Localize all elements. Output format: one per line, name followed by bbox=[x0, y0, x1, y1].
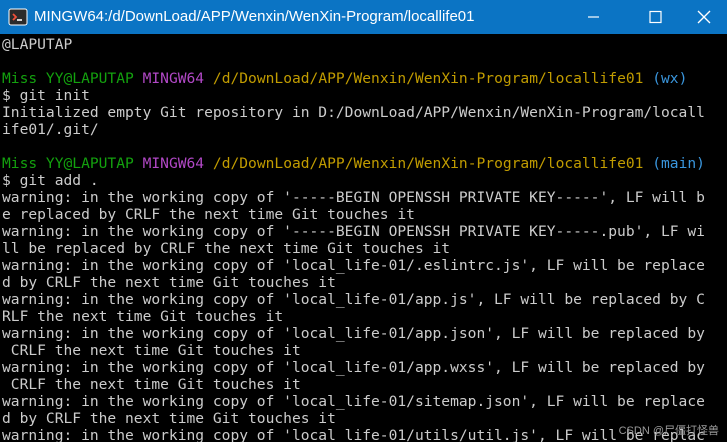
prompt-user: Miss YY@LAPUTAP bbox=[2, 70, 134, 87]
output-line: e replaced by CRLF the next time Git tou… bbox=[2, 206, 415, 223]
prompt-user: Miss YY@LAPUTAP bbox=[2, 155, 134, 172]
prompt-path: /d/DownLoad/APP/Wenxin/WenXin-Program/lo… bbox=[212, 70, 644, 87]
output-line: warning: in the working copy of '-----BE… bbox=[2, 189, 705, 206]
minimize-button[interactable] bbox=[575, 0, 621, 34]
output-line: CRLF the next time Git touches it bbox=[2, 342, 301, 359]
prompt-line: Miss YY@LAPUTAP MINGW64 /d/DownLoad/APP/… bbox=[2, 70, 687, 87]
terminal-output[interactable]: @LAPUTAP Miss YY@LAPUTAP MINGW64 /d/Down… bbox=[0, 34, 727, 442]
prompt-shell: MINGW64 bbox=[142, 70, 205, 87]
output-line: warning: in the working copy of 'local_l… bbox=[2, 359, 705, 376]
watermark: CSDN @尸僵打怪兽 bbox=[618, 425, 719, 437]
window-title: MINGW64:/d/DownLoad/APP/Wenxin/WenXin-Pr… bbox=[34, 8, 475, 25]
output-line: warning: in the working copy of '-----BE… bbox=[2, 223, 705, 240]
output-line: d by CRLF the next time Git touches it bbox=[2, 274, 336, 291]
title-bar[interactable]: MINGW64:/d/DownLoad/APP/Wenxin/WenXin-Pr… bbox=[0, 0, 727, 34]
output-line: ife01/.git/ bbox=[2, 121, 99, 138]
minimize-icon bbox=[588, 16, 599, 18]
prompt-branch: (main) bbox=[652, 155, 705, 172]
terminal-window: MINGW64:/d/DownLoad/APP/Wenxin/WenXin-Pr… bbox=[0, 0, 727, 442]
prompt-line: Miss YY@LAPUTAP MINGW64 /d/DownLoad/APP/… bbox=[2, 155, 705, 172]
prompt-path: /d/DownLoad/APP/Wenxin/WenXin-Program/lo… bbox=[212, 155, 644, 172]
output-line: warning: in the working copy of 'local_l… bbox=[2, 393, 705, 410]
output-line: CRLF the next time Git touches it bbox=[2, 376, 301, 393]
output-line: warning: in the working copy of 'local_l… bbox=[2, 257, 705, 274]
terminal-line: @LAPUTAP bbox=[2, 36, 73, 53]
output-line: Initialized empty Git repository in D:/D… bbox=[2, 104, 705, 121]
output-line: d by CRLF the next time Git touches it bbox=[2, 410, 336, 427]
close-button[interactable] bbox=[681, 0, 727, 34]
command-line: $ git init bbox=[2, 87, 90, 104]
maximize-button[interactable] bbox=[632, 0, 678, 34]
output-line: warning: in the working copy of 'local_l… bbox=[2, 427, 705, 442]
output-line: warning: in the working copy of 'local_l… bbox=[2, 291, 705, 308]
maximize-icon bbox=[649, 10, 662, 24]
output-line: warning: in the working copy of 'local_l… bbox=[2, 325, 705, 342]
prompt-branch: (wx) bbox=[652, 70, 688, 87]
output-line: RLF the next time Git touches it bbox=[2, 308, 284, 325]
output-line: ll be replaced by CRLF the next time Git… bbox=[2, 240, 451, 257]
command-line: $ git add . bbox=[2, 172, 99, 189]
close-icon bbox=[697, 10, 711, 24]
prompt-shell: MINGW64 bbox=[142, 155, 205, 172]
git-bash-icon bbox=[8, 7, 28, 27]
